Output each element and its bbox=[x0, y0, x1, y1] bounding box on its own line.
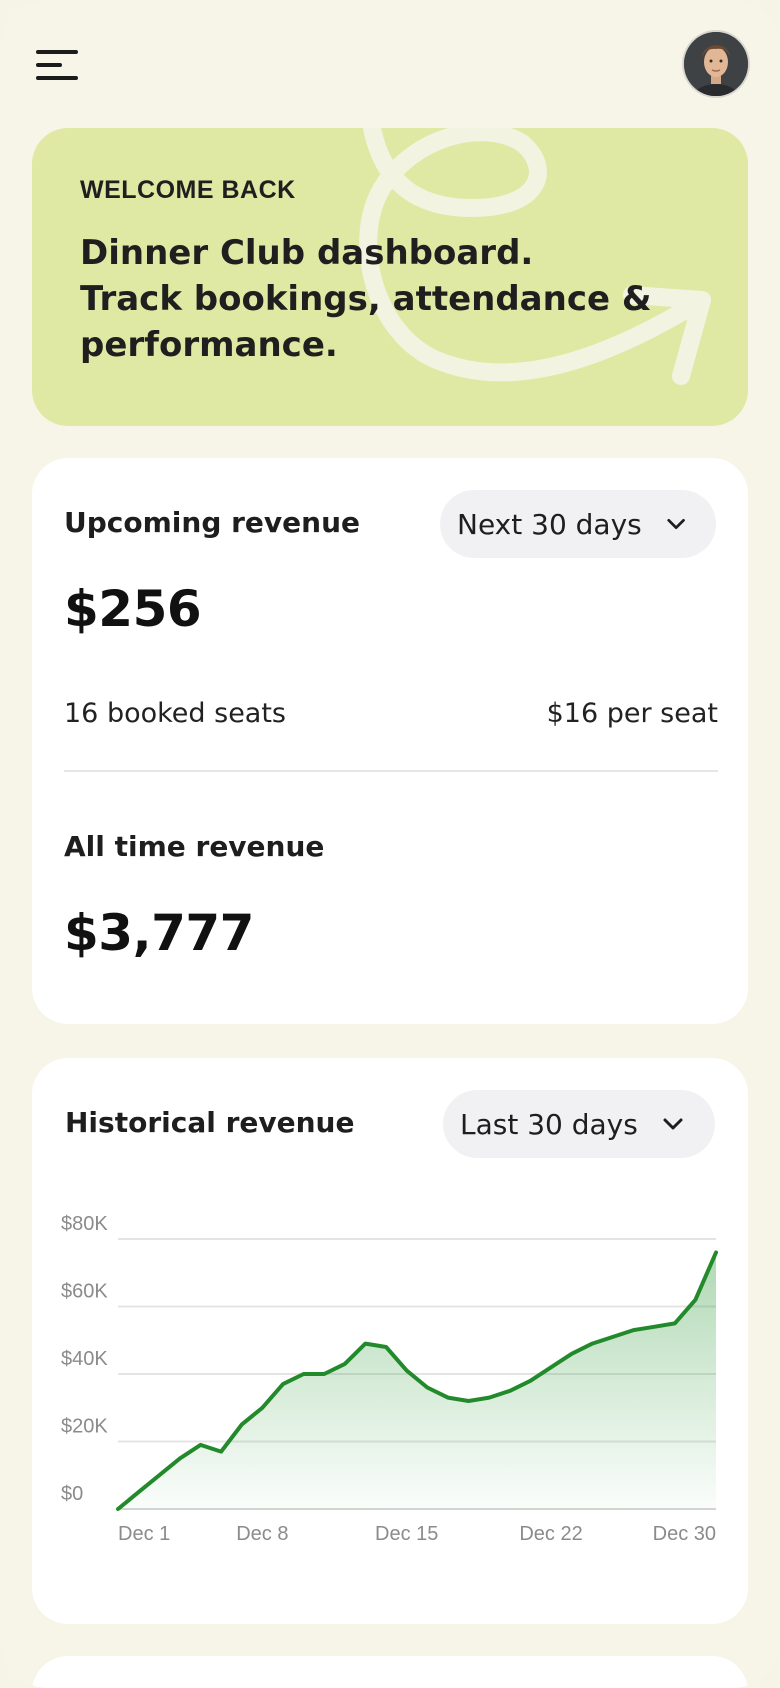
y-axis-tick-label: $80K bbox=[61, 1213, 108, 1235]
section-divider bbox=[64, 770, 718, 772]
y-axis-tick-label: $40K bbox=[61, 1348, 108, 1370]
welcome-eyebrow: WELCOME BACK bbox=[80, 176, 296, 204]
y-axis-tick-label: $60K bbox=[61, 1281, 108, 1303]
upcoming-revenue-label: Upcoming revenue bbox=[64, 506, 361, 539]
all-time-revenue-value: $3,777 bbox=[64, 904, 254, 962]
upcoming-range-value: Next 30 days bbox=[457, 507, 642, 541]
upcoming-range-dropdown[interactable]: Next 30 days bbox=[440, 490, 716, 558]
x-axis-tick-label: Dec 30 bbox=[653, 1523, 716, 1545]
revenue-card: Upcoming revenue Next 30 days $256 16 bo… bbox=[32, 458, 748, 1024]
y-axis-tick-label: $0 bbox=[61, 1483, 83, 1505]
x-axis-tick-label: Dec 1 bbox=[118, 1523, 170, 1545]
x-axis-tick-label: Dec 22 bbox=[519, 1523, 582, 1545]
x-axis-tick-label: Dec 8 bbox=[236, 1523, 288, 1545]
headline-line: Dinner Club dashboard. bbox=[80, 233, 534, 273]
app-screen: WELCOME BACK Dinner Club dashboard. Trac… bbox=[0, 0, 780, 1688]
dashboard-headline: Dinner Club dashboard. Track bookings, a… bbox=[80, 230, 720, 368]
hamburger-menu-icon[interactable] bbox=[36, 48, 78, 80]
booked-seats-text: 16 booked seats bbox=[64, 698, 286, 729]
headline-line: performance. bbox=[80, 325, 338, 365]
upcoming-revenue-value: $256 bbox=[64, 580, 202, 638]
user-avatar[interactable] bbox=[684, 32, 748, 96]
y-axis-tick-label: $20K bbox=[61, 1416, 108, 1438]
chevron-down-icon bbox=[667, 518, 685, 530]
all-time-revenue-label: All time revenue bbox=[64, 830, 325, 863]
welcome-banner: WELCOME BACK Dinner Club dashboard. Trac… bbox=[32, 128, 748, 426]
next-card bbox=[32, 1656, 748, 1688]
historical-revenue-card: Historical revenue Last 30 days $80K $60K… bbox=[32, 1058, 748, 1624]
price-per-seat-text: $16 per seat bbox=[546, 698, 718, 729]
historical-revenue-chart: $80K $60K $40K $20K $0 Dec 1 Dec 8 Dec 15 Dec 2… bbox=[61, 1213, 718, 1545]
x-axis-tick-label: Dec 15 bbox=[375, 1523, 438, 1545]
headline-line: Track bookings, attendance & bbox=[80, 279, 652, 319]
